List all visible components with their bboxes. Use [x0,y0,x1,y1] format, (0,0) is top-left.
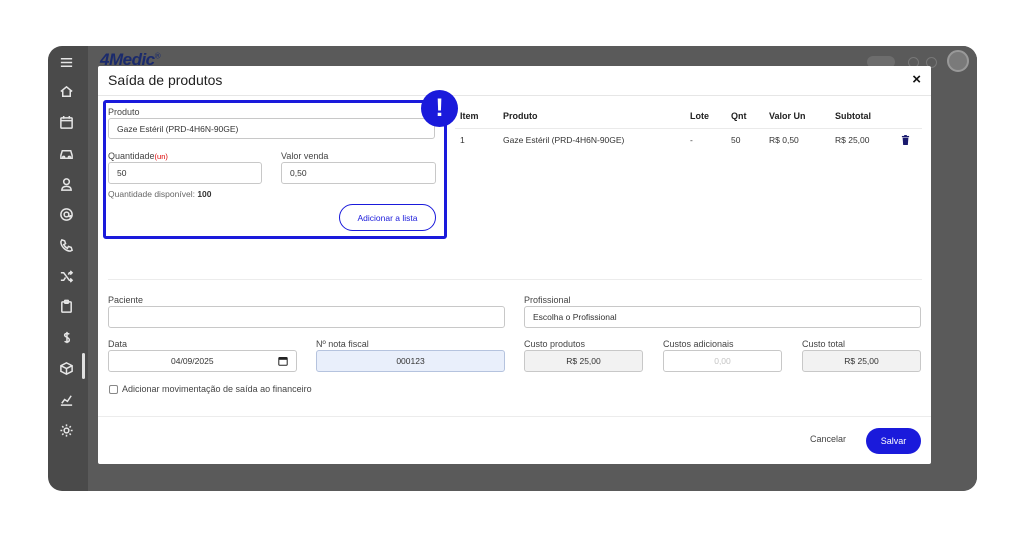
col-header-valor-un: Valor Un [769,111,806,121]
phone-icon[interactable] [56,235,76,255]
save-button[interactable]: Salvar [866,428,921,454]
date-value: 04/09/2025 [171,356,214,366]
cell-valor-un: R$ 0,50 [769,135,799,145]
shuffle-icon[interactable] [56,266,76,286]
financeiro-checkbox-label: Adicionar movimentação de saída ao finan… [122,384,312,394]
financeiro-checkbox-row[interactable]: Adicionar movimentação de saída ao finan… [109,384,312,394]
trash-icon[interactable] [901,135,910,145]
close-icon[interactable]: × [912,71,921,88]
user-icon[interactable] [56,174,76,194]
custo-produtos-field: R$ 25,00 [524,350,643,372]
paciente-label: Paciente [108,295,144,305]
calendar-icon[interactable] [56,112,76,132]
custos-adicionais-placeholder: 0,00 [714,356,731,366]
chart-icon[interactable] [56,389,76,409]
date-field[interactable]: 04/09/2025 [108,350,297,372]
alert-icon: ! [421,90,458,127]
custos-adicionais-field[interactable]: 0,00 [663,350,782,372]
divider [98,95,931,96]
custo-total-field: R$ 25,00 [802,350,921,372]
at-icon[interactable] [56,204,76,224]
calendar-icon[interactable] [278,356,288,366]
home-icon[interactable] [56,81,76,101]
car-icon[interactable] [56,143,76,163]
nota-fiscal-label: Nº nota fiscal [316,339,369,349]
box-icon[interactable] [56,358,76,378]
col-header-qnt: Qnt [731,111,747,121]
col-header-lote: Lote [690,111,709,121]
custo-produtos-label: Custo produtos [524,339,586,349]
avatar[interactable] [947,50,969,72]
section-divider [108,279,922,280]
sidebar [48,46,88,491]
menu-icon[interactable] [56,52,76,72]
cell-subtotal: R$ 25,00 [835,135,870,145]
custo-total-label: Custo total [802,339,846,349]
gear-icon[interactable] [56,420,76,440]
cell-produto: Gaze Estéril (PRD-4H6N-90GE) [503,135,625,145]
nota-fiscal-field[interactable]: 000123 [316,350,505,372]
paciente-field[interactable] [108,306,505,328]
financeiro-checkbox[interactable] [109,384,118,394]
sidebar-active-indicator [82,353,85,379]
custos-adicionais-label: Custos adicionais [663,339,734,349]
data-label: Data [108,339,128,349]
cancel-button[interactable]: Cancelar [810,434,846,444]
dollar-icon[interactable] [56,327,76,347]
profissional-select[interactable]: Escolha o Profissional [524,306,921,328]
col-header-item: Item [460,111,479,121]
col-header-produto: Produto [503,111,538,121]
table-divider [455,128,922,129]
clipboard-icon[interactable] [56,296,76,316]
profissional-label: Profissional [524,295,571,305]
modal-title: Saída de produtos [108,72,223,88]
highlight-box [103,100,447,239]
cell-qnt: 50 [731,135,741,145]
footer-divider [98,416,931,417]
cell-item: 1 [460,135,465,145]
cell-lote: - [690,135,693,145]
col-header-subtotal: Subtotal [835,111,871,121]
